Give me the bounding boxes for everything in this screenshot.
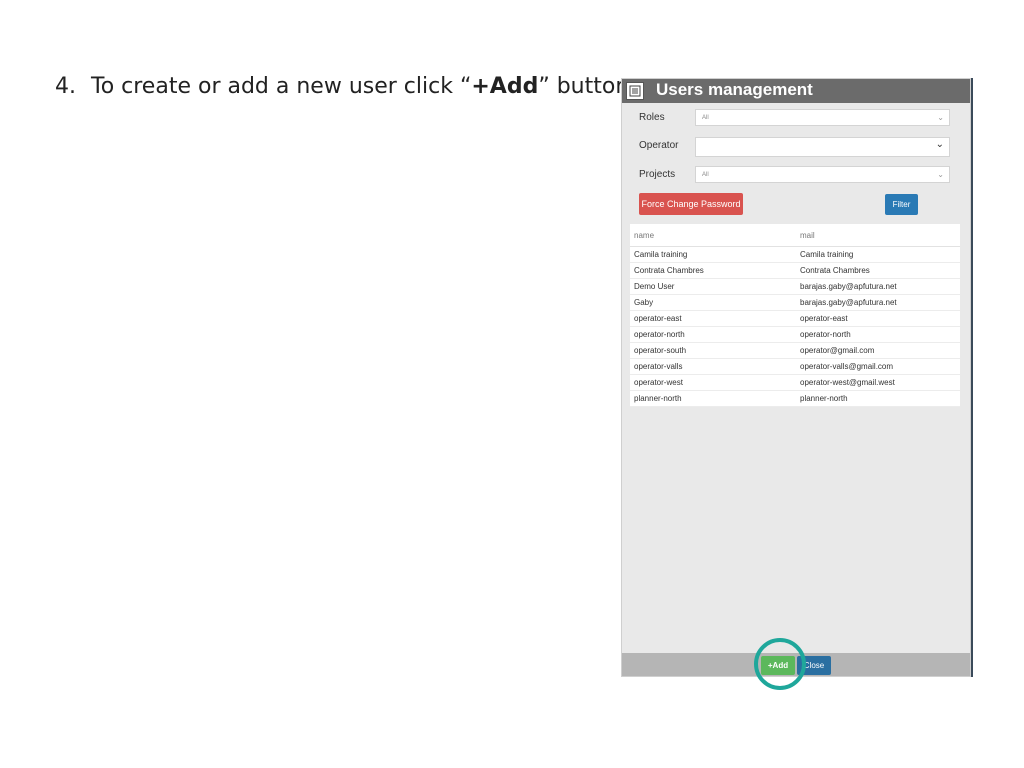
table-row[interactable]: Demo User barajas.gaby@apfutura.net — [630, 279, 960, 295]
cell-name: Camila training — [634, 250, 688, 259]
cell-mail: Contrata Chambres — [800, 266, 870, 275]
column-header-mail[interactable]: mail — [800, 231, 815, 240]
force-change-password-button[interactable]: Force Change Password — [639, 193, 743, 215]
table-row[interactable]: Camila training Camila training — [630, 247, 960, 263]
instruction-emphasis: +Add — [471, 74, 539, 99]
users-management-window: Users management Roles All ⌄ Operator ⌄ … — [621, 78, 971, 677]
table-row[interactable]: operator-south operator@gmail.com — [630, 343, 960, 359]
roles-value: All — [702, 115, 709, 121]
roles-label: Roles — [639, 112, 665, 123]
table-row[interactable]: Contrata Chambres Contrata Chambres — [630, 263, 960, 279]
cell-name: Gaby — [634, 298, 654, 307]
cell-mail: operator@gmail.com — [800, 346, 875, 355]
cell-name: operator-north — [634, 330, 685, 339]
cell-name: Contrata Chambres — [634, 266, 704, 275]
chevron-down-icon: ⌄ — [937, 113, 944, 122]
table-row[interactable]: planner-north planner-north — [630, 391, 960, 407]
cell-name: planner-north — [634, 394, 682, 403]
chevron-down-icon: ⌄ — [937, 170, 944, 179]
projects-label: Projects — [639, 169, 676, 180]
cell-mail: Camila training — [800, 250, 854, 259]
step-number: 4. — [55, 74, 76, 99]
cell-mail: barajas.gaby@apfutura.net — [800, 282, 897, 291]
cell-mail: operator-west@gmail.west — [800, 378, 895, 387]
cell-mail: barajas.gaby@apfutura.net — [800, 298, 897, 307]
users-table: name mail Camila training Camila training… — [630, 224, 960, 407]
operator-label: Operator — [639, 140, 679, 151]
filter-button[interactable]: Filter — [885, 194, 918, 215]
table-row[interactable]: operator-east operator-east — [630, 311, 960, 327]
table-row[interactable]: operator-west operator-west@gmail.west — [630, 375, 960, 391]
window-title: Users management — [656, 80, 813, 99]
instruction-text: 4. To create or add a new user click “+Ad… — [55, 74, 636, 99]
highlight-ring — [754, 638, 806, 690]
cell-name: operator-east — [634, 314, 682, 323]
chevron-down-icon: ⌄ — [935, 139, 944, 150]
list-icon — [626, 82, 644, 100]
window-titlebar[interactable]: Users management — [622, 79, 970, 103]
cell-name: operator-south — [634, 346, 687, 355]
cell-mail: operator-east — [800, 314, 848, 323]
table-row[interactable]: operator-valls operator-valls@gmail.com — [630, 359, 960, 375]
roles-select[interactable]: All ⌄ — [695, 109, 950, 126]
table-row[interactable]: Gaby barajas.gaby@apfutura.net — [630, 295, 960, 311]
table-header: name mail — [630, 224, 960, 247]
cell-name: operator-west — [634, 378, 683, 387]
cell-mail: operator-valls@gmail.com — [800, 362, 894, 371]
cell-name: operator-valls — [634, 362, 683, 371]
table-row[interactable]: operator-north operator-north — [630, 327, 960, 343]
projects-value: All — [702, 172, 709, 178]
cell-name: Demo User — [634, 282, 675, 291]
column-header-name[interactable]: name — [634, 231, 654, 240]
projects-select[interactable]: All ⌄ — [695, 166, 950, 183]
operator-select[interactable]: ⌄ — [695, 137, 950, 157]
cell-mail: planner-north — [800, 394, 848, 403]
cell-mail: operator-north — [800, 330, 851, 339]
instruction-before: To create or add a new user click “ — [91, 74, 472, 99]
